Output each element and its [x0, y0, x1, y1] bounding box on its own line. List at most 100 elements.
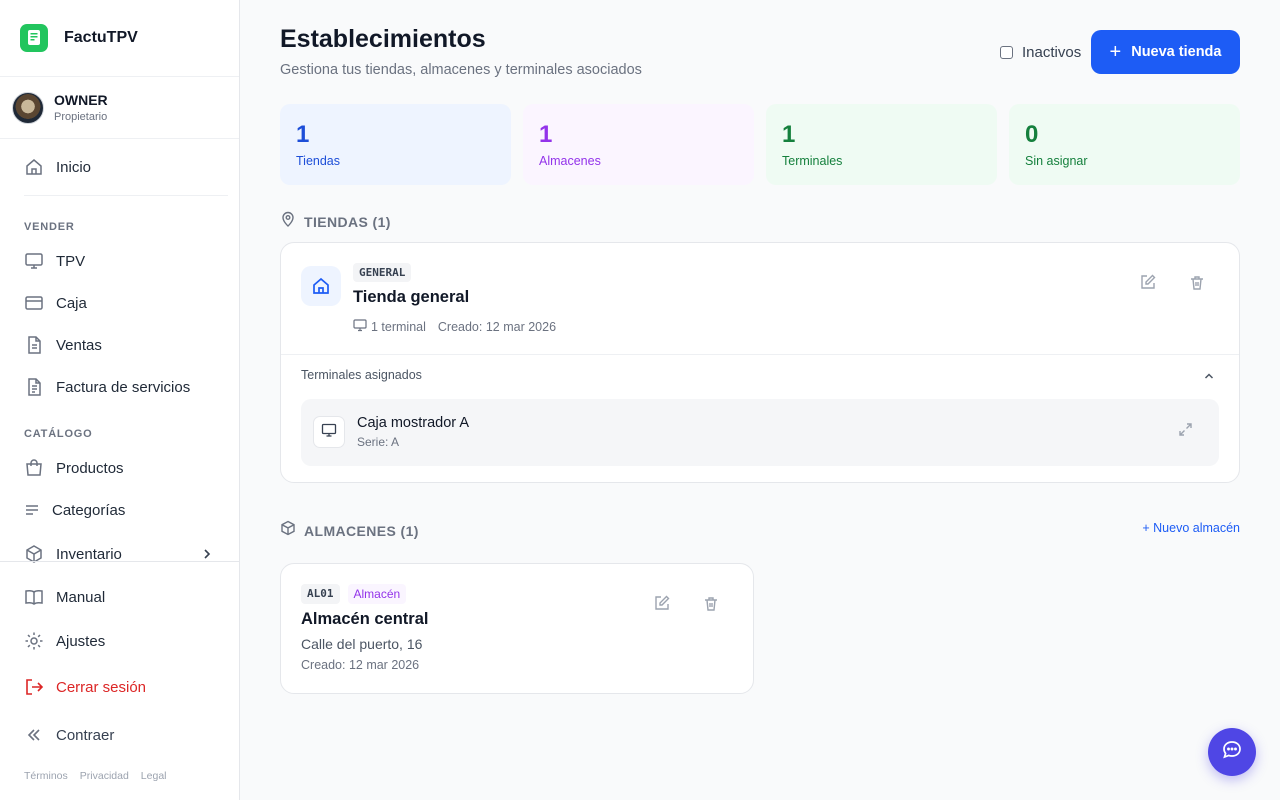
- stat-value: 1: [296, 121, 310, 148]
- edit-warehouse-button[interactable]: [649, 594, 673, 618]
- terminal-icon-box: [313, 416, 345, 448]
- sidebar-item-label: Contraer: [56, 726, 115, 744]
- new-store-label: Nueva tienda: [1131, 44, 1222, 60]
- edit-icon: [1139, 274, 1156, 296]
- new-warehouse-link[interactable]: + Nuevo almacén: [1140, 521, 1240, 535]
- chat-support-button[interactable]: [1208, 728, 1256, 776]
- sidebar-item-label: Categorías: [52, 501, 126, 519]
- home-icon: [24, 157, 44, 177]
- sidebar-item-ajustes[interactable]: Ajustes: [24, 629, 105, 653]
- shopping-bag-icon: [24, 458, 44, 478]
- monitor-icon: [321, 422, 337, 443]
- collapse-terminals-toggle[interactable]: [1203, 369, 1215, 387]
- terminal-serie: Serie: A: [357, 435, 400, 449]
- legal-link[interactable]: Legal: [141, 770, 167, 782]
- store-terminal-count: 1 terminal: [371, 319, 426, 334]
- expand-icon: [1178, 422, 1193, 442]
- delete-warehouse-button[interactable]: [699, 594, 723, 618]
- section-catalogo: CATÁLOGO: [24, 428, 93, 440]
- inactive-filter[interactable]: Inactivos: [1000, 44, 1081, 61]
- section-vender: VENDER: [24, 221, 75, 233]
- sidebar-item-label: Cerrar sesión: [56, 678, 147, 696]
- new-store-button[interactable]: + Nueva tienda: [1091, 30, 1240, 74]
- chevrons-left-icon: [24, 725, 44, 745]
- sidebar-item-productos[interactable]: Productos: [24, 456, 124, 480]
- sidebar-item-label: Inicio: [56, 158, 92, 176]
- credit-card-icon: [24, 293, 44, 313]
- sidebar-item-label: Inventario: [56, 545, 122, 563]
- warehouse-created: Creado: 12 mar 2026: [301, 658, 420, 672]
- delete-store-button[interactable]: [1185, 273, 1209, 297]
- sidebar-item-label: Ajustes: [56, 632, 106, 650]
- warehouse-code-badge: AL01: [301, 584, 340, 604]
- sidebar-item-manual[interactable]: Manual: [24, 585, 105, 609]
- user-profile[interactable]: OWNER Propietario: [0, 77, 239, 139]
- sidebar-item-categorias[interactable]: Categorías: [24, 498, 125, 522]
- chevron-right-icon: [200, 547, 214, 566]
- logout-icon: [24, 677, 44, 697]
- user-info: OWNER Propietario: [54, 91, 108, 125]
- user-role: Propietario: [54, 110, 108, 123]
- sidebar-item-factura[interactable]: Factura de servicios: [24, 375, 190, 399]
- gear-icon: [24, 631, 44, 651]
- sidebar-item-label: Factura de servicios: [56, 378, 191, 396]
- page-title: Establecimientos: [280, 25, 486, 53]
- sidebar-item-ventas[interactable]: Ventas: [24, 333, 102, 357]
- chevron-up-icon: [1203, 369, 1215, 386]
- edit-store-button[interactable]: [1135, 273, 1159, 297]
- stores-section-header: TIENDAS (1): [280, 211, 391, 232]
- inactive-checkbox[interactable]: [1000, 46, 1013, 59]
- terminal-row[interactable]: Caja mostrador A Serie: A: [301, 399, 1219, 466]
- edit-icon: [653, 595, 670, 617]
- store-icon: [301, 266, 341, 306]
- store-created: Creado: 12 mar 2026: [437, 319, 557, 334]
- receipt-logo-icon: [20, 24, 48, 52]
- sidebar-item-label: Manual: [56, 588, 106, 606]
- stat-card-almacenes: 1 Almacenes: [523, 104, 754, 185]
- app-name: FactuTPV: [64, 29, 138, 46]
- stores-section-title: TIENDAS (1): [304, 213, 391, 230]
- assigned-terminals-title: Terminales asignados: [301, 368, 422, 382]
- list-icon: [24, 500, 40, 520]
- stat-label: Almacenes: [539, 154, 601, 168]
- inactive-label: Inactivos: [1022, 44, 1082, 61]
- sidebar-item-inventario[interactable]: Inventario: [24, 542, 214, 566]
- stat-card-tiendas: 1 Tiendas: [280, 104, 511, 185]
- divider: [281, 354, 1239, 355]
- trash-icon: [1189, 275, 1205, 296]
- sidebar-item-label: Productos: [56, 459, 124, 477]
- expand-terminal-button[interactable]: [1173, 420, 1197, 444]
- stat-label: Terminales: [782, 154, 843, 168]
- stat-value: 1: [782, 121, 796, 148]
- sidebar-item-logout[interactable]: Cerrar sesión: [24, 675, 146, 699]
- document-icon: [24, 335, 44, 355]
- sidebar-item-tpv[interactable]: TPV: [24, 249, 85, 273]
- trash-icon: [703, 596, 719, 617]
- map-pin-icon: [280, 211, 296, 232]
- user-name: OWNER: [54, 91, 108, 108]
- warehouse-card: AL01 Almacén Almacén central Calle del p…: [280, 563, 754, 694]
- privacy-link[interactable]: Privacidad: [80, 770, 129, 782]
- footer-links: Términos Privacidad Legal: [24, 770, 167, 782]
- warehouse-name: Almacén central: [301, 610, 429, 628]
- store-meta: 1 terminal Creado: 12 mar 2026: [353, 318, 556, 335]
- box-icon: [280, 520, 296, 541]
- collapse-sidebar-button[interactable]: Contraer: [24, 723, 114, 747]
- store-card: GENERAL Tienda general 1 terminal Creado…: [280, 242, 1240, 483]
- sidebar-item-caja[interactable]: Caja: [24, 291, 87, 315]
- sidebar-item-inicio[interactable]: Inicio: [24, 155, 91, 179]
- sidebar-item-label: TPV: [56, 252, 86, 270]
- stat-card-terminales: 1 Terminales: [766, 104, 997, 185]
- store-code-badge: GENERAL: [353, 263, 412, 282]
- avatar: [12, 91, 44, 124]
- stat-card-sin-asignar: 0 Sin asignar: [1009, 104, 1240, 185]
- sidebar-item-label: Ventas: [56, 336, 102, 354]
- warehouses-section-header: ALMACENES (1): [280, 520, 419, 541]
- store-name: Tienda general: [353, 288, 470, 306]
- book-icon: [24, 587, 44, 607]
- main-content: Establecimientos Gestiona tus tiendas, a…: [240, 0, 1280, 800]
- terms-link[interactable]: Términos: [24, 770, 68, 782]
- invoice-icon: [24, 377, 44, 397]
- brand: FactuTPV: [0, 0, 239, 77]
- chat-icon: [1221, 739, 1243, 766]
